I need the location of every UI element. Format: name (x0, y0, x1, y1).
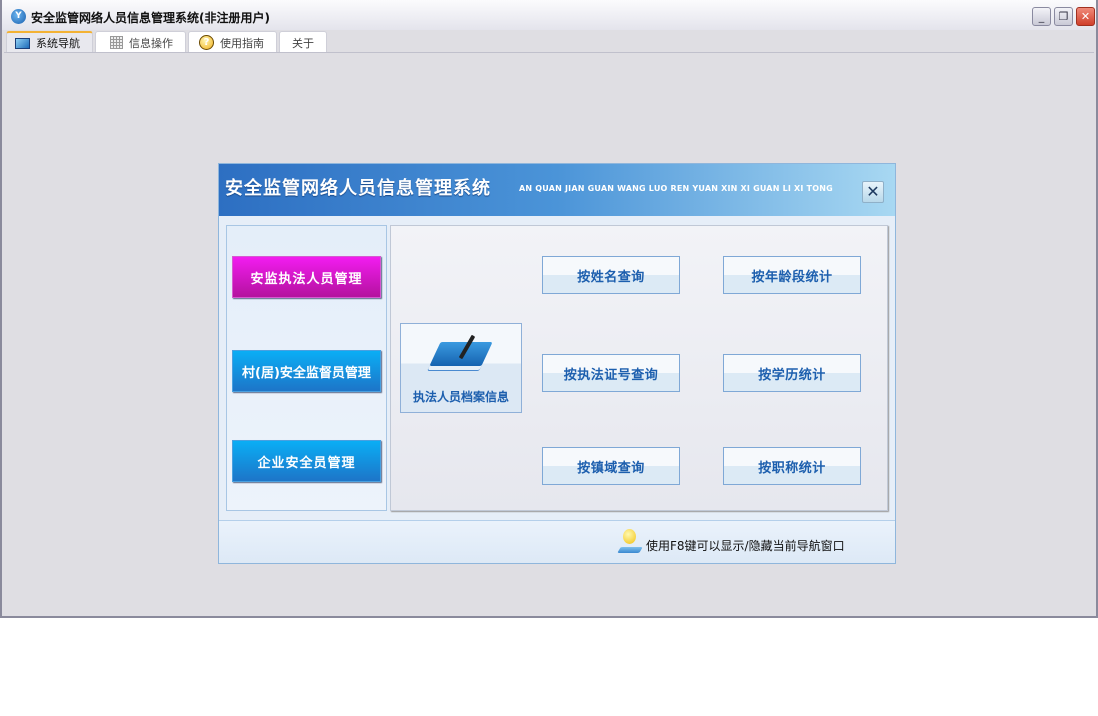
title-bar: Y 安全监管网络人员信息管理系统(非注册用户) _ ❐ ✕ (2, 0, 1096, 30)
query-by-license-button[interactable]: 按执法证号查询 (542, 354, 680, 392)
stats-by-title-button[interactable]: 按职称统计 (723, 447, 861, 485)
app-logo-icon: Y (11, 9, 26, 24)
archive-label: 执法人员档案信息 (412, 390, 509, 404)
window-title: 安全监管网络人员信息管理系统(非注册用户) (31, 11, 270, 25)
tab-system-nav[interactable]: 系统导航 (6, 31, 93, 53)
function-panel: 执法人员档案信息 按姓名查询 按执法证号查询 按镇域查询 按年龄段统计 按学历统… (390, 225, 888, 511)
dialog-close-button[interactable]: ✕ (862, 181, 884, 203)
query-by-name-button[interactable]: 按姓名查询 (542, 256, 680, 294)
enterprise-safety-button[interactable]: 企业安全员管理 (232, 440, 381, 482)
grid-icon (110, 36, 123, 49)
stats-by-age-button[interactable]: 按年龄段统计 (723, 256, 861, 294)
tab-label: 信息操作 (129, 36, 173, 50)
archive-info-button[interactable]: 执法人员档案信息 (400, 323, 522, 413)
book-pen-icon (429, 334, 493, 372)
tab-info-ops[interactable]: 信息操作 (95, 31, 186, 53)
stats-by-education-button[interactable]: 按学历统计 (723, 354, 861, 392)
category-panel: 安监执法人员管理 村(居)安全监督员管理 企业安全员管理 (226, 225, 387, 511)
query-by-town-button[interactable]: 按镇域查询 (542, 447, 680, 485)
help-icon: ? (199, 35, 214, 50)
tab-user-guide[interactable]: ? 使用指南 (188, 31, 277, 53)
tab-bar: 系统导航 信息操作 ? 使用指南 关于 (6, 31, 327, 53)
f8-hint: 使用F8键可以显示/隐藏当前导航窗口 (646, 539, 845, 553)
dialog-pinyin: AN QUAN JIAN GUAN WANG LUO REN YUAN XIN … (519, 184, 833, 193)
close-button[interactable]: ✕ (1076, 7, 1095, 26)
tab-label: 系统导航 (36, 37, 80, 50)
lightbulb-icon (617, 529, 643, 557)
enforcement-staff-button[interactable]: 安监执法人员管理 (232, 256, 381, 298)
dialog-title: 安全监管网络人员信息管理系统 (225, 178, 491, 199)
village-supervisor-button[interactable]: 村(居)安全监督员管理 (232, 350, 381, 392)
monitor-icon (15, 37, 30, 49)
minimize-button[interactable]: _ (1032, 7, 1051, 26)
tab-label: 使用指南 (220, 36, 264, 50)
divider (4, 52, 1094, 53)
restore-button[interactable]: ❐ (1054, 7, 1073, 26)
dialog-footer: 使用F8键可以显示/隐藏当前导航窗口 (219, 520, 895, 563)
navigation-dialog: 安全监管网络人员信息管理系统 AN QUAN JIAN GUAN WANG LU… (218, 163, 896, 564)
tab-label: 关于 (292, 36, 314, 50)
tab-about[interactable]: 关于 (279, 31, 327, 53)
dialog-header: 安全监管网络人员信息管理系统 AN QUAN JIAN GUAN WANG LU… (219, 164, 895, 216)
